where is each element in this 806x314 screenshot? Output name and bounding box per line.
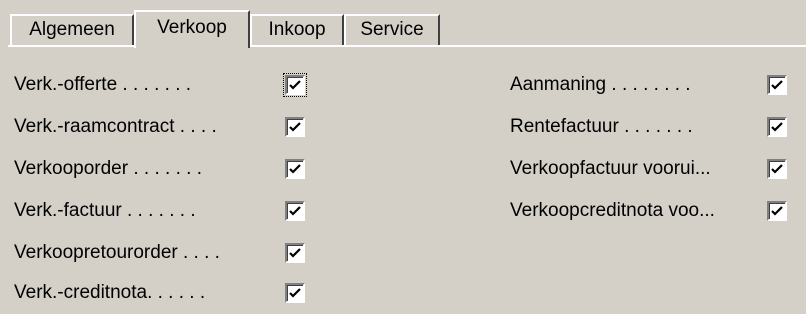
check-icon (289, 164, 301, 174)
check-icon (771, 206, 783, 216)
check-icon (289, 122, 301, 132)
tab-algemeen[interactable]: Algemeen (10, 14, 134, 46)
label-verk-factuur: Verk.-factuur . . . . . . . (14, 200, 196, 221)
label-aanmaning: Aanmaning . . . . . . . . (510, 74, 691, 95)
label-verk-offerte: Verk.-offerte . . . . . . . (14, 74, 192, 95)
tab-divider (8, 45, 806, 47)
tab-service[interactable]: Service (344, 14, 440, 46)
check-icon (289, 288, 301, 298)
label-verkoopfactuur-voorui: Verkoopfactuur voorui... (510, 158, 711, 179)
tab-verkoop[interactable]: Verkoop (134, 10, 250, 48)
checkbox-verkoopcreditnota-voo[interactable] (767, 201, 787, 221)
check-icon (289, 248, 301, 258)
label-verkooporder: Verkooporder . . . . . . . (14, 158, 202, 179)
label-verk-creditnota: Verk.-creditnota. . . . . . (14, 282, 206, 303)
check-icon (771, 164, 783, 174)
label-rentefactuur: Rentefactuur . . . . . . . (510, 116, 693, 137)
label-verkoopretourorder: Verkoopretourorder . . . . (14, 242, 220, 263)
label-verk-raamcontract: Verk.-raamcontract . . . . (14, 116, 217, 137)
checkbox-verk-raamcontract[interactable] (285, 117, 305, 137)
checkbox-verkoopfactuur-voorui[interactable] (767, 159, 787, 179)
checkbox-verkooporder[interactable] (285, 159, 305, 179)
verkoop-panel: Verk.-offerte . . . . . . . Verk.-raamco… (8, 47, 806, 314)
checkbox-verk-creditnota[interactable] (285, 283, 305, 303)
checkbox-verk-factuur[interactable] (285, 201, 305, 221)
check-icon (771, 80, 783, 90)
focus-rectangle (283, 73, 307, 97)
label-verkoopcreditnota-voo: Verkoopcreditnota voo... (510, 200, 715, 221)
checkbox-rentefactuur[interactable] (767, 117, 787, 137)
tab-strip: Algemeen Verkoop Inkoop Service (10, 10, 806, 48)
check-icon (289, 206, 301, 216)
checkbox-verkoopretourorder[interactable] (285, 243, 305, 263)
check-icon (771, 122, 783, 132)
checkbox-aanmaning[interactable] (767, 75, 787, 95)
tab-inkoop[interactable]: Inkoop (250, 14, 344, 46)
